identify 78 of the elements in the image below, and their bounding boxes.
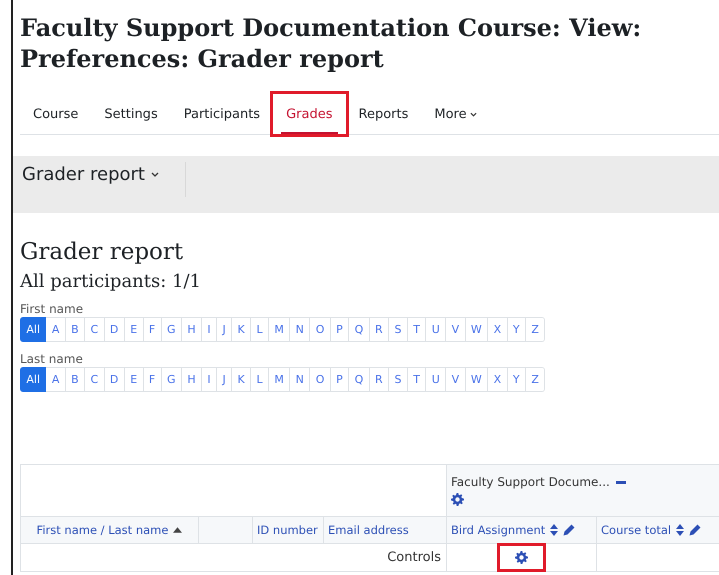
initial-filter-button[interactable]: L <box>251 317 269 342</box>
sort-icon[interactable] <box>676 524 684 536</box>
initial-filter-button[interactable]: Z <box>526 367 546 392</box>
nav-tab[interactable]: Participants <box>170 94 274 134</box>
initial-filter-button[interactable]: P <box>330 317 350 342</box>
chevron-down-icon <box>150 172 159 177</box>
initial-filter-button[interactable]: N <box>290 317 310 342</box>
nav-tab[interactable]: Reports <box>346 94 422 134</box>
initial-filter-button[interactable]: X <box>488 317 508 342</box>
initial-filter-button[interactable]: Z <box>526 317 546 342</box>
initial-filter-button[interactable]: F <box>144 317 162 342</box>
initial-filter-button[interactable]: G <box>162 317 182 342</box>
initial-filter-button[interactable]: S <box>389 367 408 392</box>
gear-icon[interactable] <box>515 551 528 564</box>
filter-label: First name <box>20 302 84 316</box>
initial-filter-button[interactable]: R <box>370 317 390 342</box>
report-heading: Grader report <box>20 239 184 265</box>
initial-filter-button[interactable]: H <box>182 317 202 342</box>
initial-filter-button[interactable]: D <box>104 317 125 342</box>
initial-filter-button[interactable]: O <box>310 317 331 342</box>
report-selector[interactable]: Grader report <box>13 162 186 197</box>
initial-filter-button[interactable]: U <box>426 317 446 342</box>
page-title: Faculty Support Documentation Course: View: Preferences: Grader report <box>20 12 642 74</box>
initial-filter-button[interactable]: I <box>202 367 218 392</box>
initial-filter-button[interactable]: All <box>20 317 46 342</box>
initial-filter-button[interactable]: C <box>85 317 105 342</box>
initial-filter-button[interactable]: W <box>466 367 488 392</box>
initial-filter-button[interactable]: M <box>269 367 290 392</box>
initial-filter-button[interactable]: V <box>446 367 466 392</box>
collapse-icon[interactable] <box>616 480 626 484</box>
initial-filter-button[interactable]: All <box>20 367 46 392</box>
initial-filter-button[interactable]: N <box>290 367 310 392</box>
nav-tab[interactable]: Grades <box>273 94 346 134</box>
initial-filter-button[interactable]: V <box>446 317 466 342</box>
initial-filter-button[interactable]: O <box>310 367 331 392</box>
initial-filter-button[interactable]: Q <box>349 367 370 392</box>
row-label: Controls <box>387 550 441 565</box>
category-name: Faculty Support Docume... <box>451 475 610 489</box>
initial-filter-button[interactable]: I <box>202 317 218 342</box>
initial-filter-button[interactable]: P <box>330 367 350 392</box>
pencil-icon[interactable] <box>689 524 702 536</box>
initial-filter-button[interactable]: E <box>124 367 144 392</box>
initial-filter-button[interactable]: W <box>466 317 488 342</box>
nav-tab[interactable]: More <box>421 94 490 134</box>
initial-filter-button[interactable]: K <box>232 317 252 342</box>
initial-filter-button[interactable]: J <box>217 367 232 392</box>
participants-count: All participants: 1/1 <box>20 271 202 292</box>
initial-filter-button[interactable]: Y <box>508 367 526 392</box>
initial-filter-button[interactable]: M <box>269 317 290 342</box>
pencil-icon[interactable] <box>563 524 576 536</box>
initial-filter-button[interactable]: S <box>389 317 408 342</box>
initial-filter-button[interactable]: R <box>370 367 390 392</box>
chevron-down-icon <box>470 112 477 116</box>
initial-filter-button[interactable]: D <box>104 367 125 392</box>
initial-filter-button[interactable]: C <box>85 367 105 392</box>
initial-filter-button[interactable]: T <box>408 317 426 342</box>
initial-filter-button[interactable]: U <box>426 367 446 392</box>
initial-filter-button[interactable]: A <box>46 367 66 392</box>
initial-filter-button[interactable]: B <box>66 367 86 392</box>
sort-icon[interactable] <box>550 524 558 536</box>
initial-filter-button[interactable]: F <box>144 367 162 392</box>
initial-filter-button[interactable]: L <box>251 367 269 392</box>
nav-tab[interactable]: Settings <box>91 94 171 134</box>
gear-icon[interactable] <box>451 493 464 506</box>
initial-filter-button[interactable]: E <box>124 317 144 342</box>
initial-filter-button[interactable]: H <box>182 367 202 392</box>
initial-filter-button[interactable]: G <box>162 367 182 392</box>
initial-filter-button[interactable]: B <box>66 317 86 342</box>
initial-filter-button[interactable]: X <box>488 367 508 392</box>
initial-filter-button[interactable]: T <box>408 367 426 392</box>
initial-filter-button[interactable]: Y <box>508 317 526 342</box>
initial-filter-button[interactable]: J <box>217 317 232 342</box>
nav-tab[interactable]: Course <box>20 94 92 134</box>
initial-filter-button[interactable]: Q <box>349 317 370 342</box>
initial-filter-button[interactable]: K <box>232 367 252 392</box>
initial-filter-button[interactable]: A <box>46 317 66 342</box>
filter-label: Last name <box>20 352 84 366</box>
sort-ascending-icon[interactable] <box>173 527 182 533</box>
